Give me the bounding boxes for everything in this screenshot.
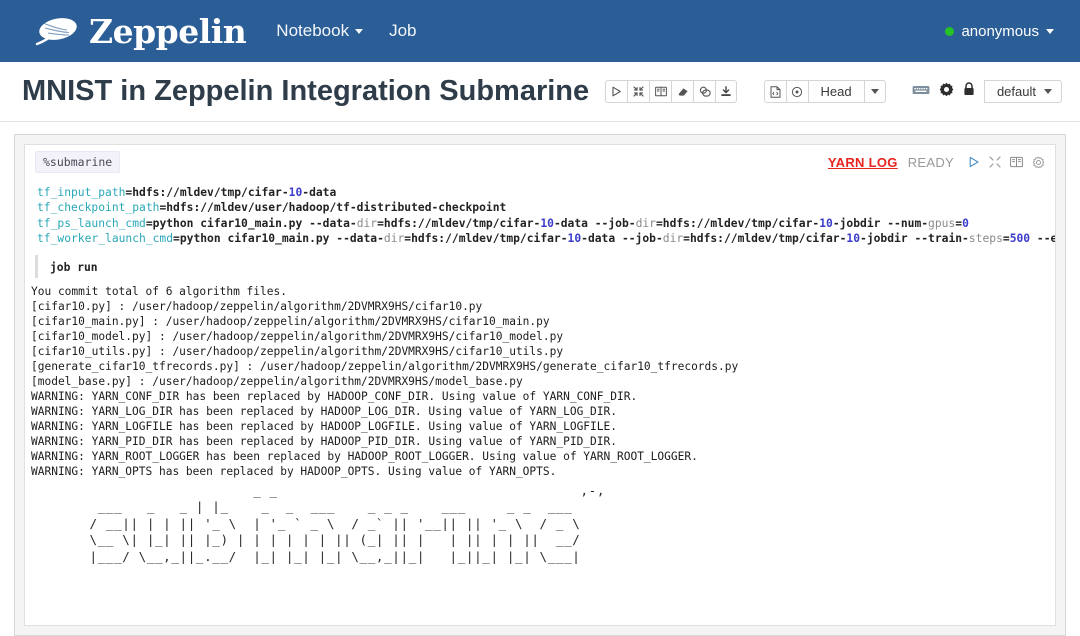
output-line: [cifar10_model.py] : /user/hadoop/zeppel… bbox=[31, 329, 564, 343]
chevron-down-icon bbox=[1046, 28, 1054, 34]
revision-head-text: Head bbox=[820, 84, 852, 99]
paragraph-status-area: YARN LOG READY bbox=[828, 155, 1045, 170]
code-line: tf_ps_launch_cmd=python cifar10_main.py … bbox=[37, 216, 969, 230]
keyboard-shortcuts-button[interactable] bbox=[912, 83, 930, 101]
paragraph-show-code-button[interactable] bbox=[1010, 156, 1023, 168]
eraser-icon bbox=[677, 86, 689, 97]
nav-item-job[interactable]: Job bbox=[389, 21, 416, 41]
user-menu-label: anonymous bbox=[961, 22, 1039, 40]
top-navbar: Zeppelin Notebook Job anonymous bbox=[0, 0, 1080, 62]
export-download-icon bbox=[720, 86, 732, 97]
book-icon bbox=[654, 86, 667, 97]
output-line: [cifar10_main.py] : /user/hadoop/zeppeli… bbox=[31, 314, 550, 328]
output-line: WARNING: YARN_LOG_DIR has been replaced … bbox=[31, 404, 617, 418]
nav-item-notebook[interactable]: Notebook bbox=[276, 21, 364, 41]
code-line: tf_worker_launch_cmd=python cifar10_main… bbox=[37, 232, 1055, 246]
user-menu[interactable]: anonymous bbox=[945, 23, 1054, 40]
clone-notebook-button[interactable] bbox=[693, 80, 716, 103]
chevron-down-icon bbox=[870, 89, 879, 94]
show-hide-code-button[interactable] bbox=[649, 80, 672, 103]
code-file-icon bbox=[770, 85, 781, 98]
paragraph-output: You commit total of 6 algorithm files. [c… bbox=[25, 280, 1055, 479]
status-dot-icon bbox=[945, 26, 955, 36]
output-line: You commit total of 6 algorithm files. bbox=[31, 284, 287, 298]
brand[interactable]: Zeppelin bbox=[34, 11, 247, 51]
yarn-log-link[interactable]: YARN LOG bbox=[828, 155, 898, 170]
collapse-icon bbox=[633, 86, 644, 97]
output-line: [cifar10.py] : /user/hadoop/zeppelin/alg… bbox=[31, 299, 483, 313]
revision-head-label[interactable]: Head bbox=[807, 80, 864, 103]
paragraph-collapse-button[interactable] bbox=[989, 156, 1001, 168]
collapse-all-button[interactable] bbox=[627, 80, 650, 103]
export-notebook-button[interactable] bbox=[715, 80, 738, 103]
zeppelin-logo-icon bbox=[34, 14, 80, 48]
notebook-panel: %submarine YARN LOG READY tf_input_path=… bbox=[14, 134, 1066, 636]
play-icon bbox=[611, 86, 622, 97]
paragraph-status-label: READY bbox=[907, 154, 954, 170]
nav-links: Notebook Job bbox=[276, 21, 416, 41]
interpreter-directive[interactable]: %submarine bbox=[35, 151, 121, 173]
output-line: [cifar10_utils.py] : /user/hadoop/zeppel… bbox=[31, 344, 564, 358]
paragraph-header: %submarine YARN LOG READY bbox=[25, 145, 1055, 177]
chevron-down-icon bbox=[1044, 89, 1052, 94]
paragraph-settings-button[interactable] bbox=[1032, 156, 1045, 169]
gear-icon bbox=[939, 82, 954, 102]
output-line: WARNING: YARN_CONF_DIR has been replaced… bbox=[31, 389, 638, 403]
output-line: WARNING: YARN_OPTS has been replaced by … bbox=[31, 464, 557, 478]
interpreter-select-button[interactable]: default bbox=[983, 80, 1062, 103]
output-line: [model_base.py] : /user/hadoop/zeppelin/… bbox=[31, 374, 523, 388]
notebook-settings-button[interactable] bbox=[939, 82, 954, 102]
nav-item-notebook-label: Notebook bbox=[276, 21, 350, 40]
job-run-label: job run bbox=[50, 260, 98, 274]
clock-history-icon bbox=[791, 86, 803, 98]
code-line: tf_checkpoint_path=hdfs://mldev/user/had… bbox=[37, 201, 507, 215]
ascii-banner: _ _ ,-, ___ _ _ | |_ _ _ ___ _ _ _ ___ _… bbox=[89, 482, 606, 564]
interpreter-select-label: default bbox=[996, 84, 1036, 99]
nav-item-job-label: Job bbox=[389, 21, 417, 40]
interpreter-binding-group: default bbox=[983, 80, 1062, 103]
revision-history-button[interactable] bbox=[785, 80, 808, 103]
paragraph-action-icons bbox=[968, 156, 1045, 169]
navbar-right: anonymous bbox=[945, 23, 1054, 40]
code-line: tf_input_path=hdfs://mldev/tmp/cifar-10-… bbox=[37, 186, 337, 199]
notebook-area: %submarine YARN LOG READY tf_input_path=… bbox=[0, 122, 1080, 636]
paragraph-code-editor[interactable]: tf_input_path=hdfs://mldev/tmp/cifar-10-… bbox=[25, 177, 1055, 249]
output-line: WARNING: YARN_ROOT_LOGGER has been repla… bbox=[31, 449, 698, 463]
job-run-block: job run bbox=[35, 254, 1055, 278]
clone-icon bbox=[699, 86, 711, 97]
keyboard-icon bbox=[912, 83, 930, 101]
brand-name: Zeppelin bbox=[89, 11, 247, 51]
paragraph-card: %submarine YARN LOG READY tf_input_path=… bbox=[24, 144, 1056, 626]
version-control-group: Head bbox=[763, 80, 886, 103]
notebook-action-group bbox=[605, 80, 738, 103]
notebook-permissions-button[interactable] bbox=[963, 82, 975, 101]
run-all-button[interactable] bbox=[605, 80, 628, 103]
clear-output-button[interactable] bbox=[671, 80, 694, 103]
output-line: WARNING: YARN_LOGFILE has been replaced … bbox=[31, 419, 617, 433]
output-line: WARNING: YARN_PID_DIR has been replaced … bbox=[31, 434, 617, 448]
commit-notebook-button[interactable] bbox=[763, 80, 786, 103]
page-title[interactable]: MNIST in Zeppelin Integration Submarine bbox=[22, 75, 589, 108]
revision-dropdown-button[interactable] bbox=[863, 80, 886, 103]
paragraph-run-button[interactable] bbox=[968, 156, 980, 168]
chevron-down-icon bbox=[355, 28, 364, 34]
notebook-titlebar: MNIST in Zeppelin Integration Submarine bbox=[0, 62, 1080, 122]
lock-icon bbox=[963, 82, 975, 101]
output-line: [generate_cifar10_tfrecords.py] : /user/… bbox=[31, 359, 739, 373]
